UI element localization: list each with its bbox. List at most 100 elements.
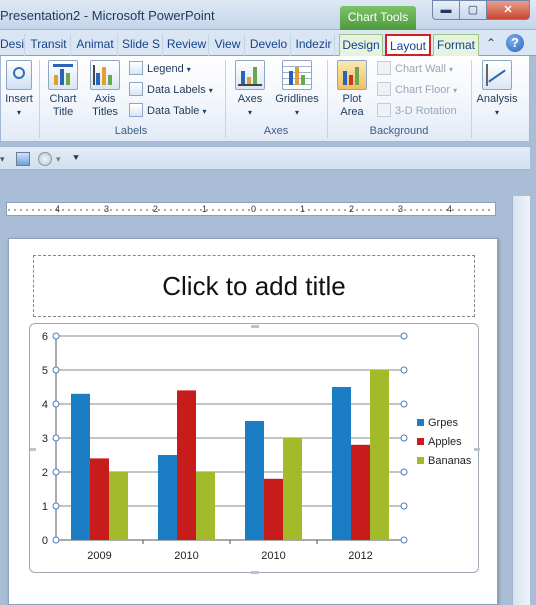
gridlines-dropdown-icon: ▾ (294, 108, 299, 117)
background-group-label: Background (369, 125, 429, 137)
group-separator (471, 60, 472, 138)
plot-area-button[interactable]: Plot Area (333, 60, 371, 119)
legend-swatch (417, 438, 424, 445)
plot-area-label: Plot Area (340, 93, 364, 118)
chart-floor-label: Chart Floor (395, 84, 451, 96)
data-labels-icon (129, 82, 143, 96)
y-tick-label: 3 (42, 433, 48, 445)
ruler-label: 3 (104, 204, 110, 214)
ribbon-tab-row: Desigr Transit Animat Slide S Review Vie… (0, 30, 536, 56)
picture-icon[interactable] (16, 152, 30, 166)
chart-floor-button[interactable]: Chart Floor ▾ (377, 81, 457, 99)
3d-rotation-label: 3-D Rotation (395, 105, 457, 117)
y-tick-label: 1 (42, 501, 48, 513)
tab-transitions[interactable]: Transit (27, 34, 71, 56)
insert-label: Insert (5, 93, 33, 105)
analysis-icon (482, 60, 512, 90)
legend-icon (129, 61, 143, 75)
tab-chart-layout[interactable]: Layout (385, 34, 431, 56)
y-tick-label: 6 (42, 331, 48, 343)
tab-animations[interactable]: Animat (73, 34, 118, 56)
y-tick-label: 2 (42, 467, 48, 479)
analysis-dropdown-icon: ▾ (494, 108, 499, 117)
legend-button[interactable]: Legend ▾ (129, 60, 191, 78)
3d-rotation-icon (377, 103, 391, 117)
bar (245, 421, 264, 540)
gridlines-button[interactable]: Gridlines ▾ (273, 60, 321, 119)
bar (71, 393, 90, 540)
vertical-scrollbar[interactable] (512, 196, 530, 605)
chart-frame[interactable]: 0 1 2 3 4 5 6 2009 2010 2010 2012 Grpes Apples Banana… (29, 323, 480, 574)
data-table-label: Data Table (147, 105, 200, 117)
analysis-button[interactable]: Analysis ▾ (475, 60, 519, 119)
ruler-label: 2 (153, 204, 159, 214)
data-table-button[interactable]: Data Table ▾ (129, 102, 206, 120)
tab-design-theme[interactable]: Desigr (0, 34, 25, 56)
title-placeholder[interactable]: Click to add title (33, 255, 475, 317)
title-bar: Presentation2 - Microsoft PowerPoint Cha… (0, 0, 536, 30)
x-tick-label: 2010 (261, 550, 285, 562)
insert-button[interactable]: Insert ▾ (1, 60, 37, 119)
gridline-handle (52, 468, 60, 476)
maximize-button[interactable]: ▢ (459, 0, 487, 20)
gridline-handle (52, 332, 60, 340)
tab-review[interactable]: Review (165, 34, 209, 56)
axes-label: Axes (237, 93, 263, 105)
slide-canvas[interactable]: Click to add title 0 1 2 3 4 5 6 2009 2010 2010 20… (8, 238, 498, 605)
legend-label: Apples (428, 436, 462, 448)
axis-titles-button[interactable]: Axis Titles (85, 60, 125, 119)
toolbar-dropdown-icon[interactable]: ▾ (0, 152, 8, 166)
close-button[interactable]: ✕ (486, 0, 530, 20)
gridline-handle (52, 400, 60, 408)
gridline-handle (400, 332, 408, 340)
bar (177, 390, 196, 540)
chart-wall-label: Chart Wall (395, 63, 446, 75)
ruler-label: 1 (300, 204, 306, 214)
labels-group-label: Labels (114, 125, 148, 137)
bar (283, 438, 302, 540)
bar (158, 455, 177, 540)
bar (109, 472, 128, 540)
tab-view[interactable]: View (211, 34, 245, 56)
ruler-label: 3 (398, 204, 404, 214)
axes-icon (235, 60, 265, 90)
help-icon[interactable]: ? (506, 34, 524, 52)
legend-label: Grpes (428, 417, 458, 429)
gridline-handle (52, 366, 60, 374)
minimize-ribbon-icon[interactable]: ⌃ (486, 36, 500, 50)
axis-titles-label: Axis Titles (92, 93, 118, 118)
tab-chart-design[interactable]: Design (339, 34, 383, 56)
analysis-label: Analysis (476, 93, 518, 105)
axes-group-label: Axes (263, 125, 289, 137)
clustered-column-chart[interactable]: 0 1 2 3 4 5 6 2009 2010 2010 2012 Grpes Apples Banana… (30, 324, 480, 574)
gridline-handle (400, 536, 408, 544)
chart-wall-button[interactable]: Chart Wall ▾ (377, 60, 453, 78)
tab-slide-show[interactable]: Slide S (120, 34, 163, 56)
shape-effects-icon[interactable] (38, 152, 52, 166)
customize-toolbar-icon[interactable]: ⯆ (72, 152, 82, 166)
gridlines-label: Gridlines (275, 93, 319, 105)
axis-titles-icon (90, 60, 120, 90)
axes-button[interactable]: Axes ▾ (231, 60, 269, 119)
minimize-button[interactable]: ▬ (432, 0, 460, 20)
slide-workspace: 4 3 2 1 0 1 2 3 4 Click to add title 0 1 2… (0, 172, 530, 605)
shape-effects-dropdown-icon[interactable]: ▾ (56, 152, 64, 166)
resize-handle (251, 325, 259, 328)
tab-developer[interactable]: Develo (247, 34, 291, 56)
chart-tools-context-label: Chart Tools (340, 6, 416, 30)
bar (351, 444, 370, 540)
window-controls: ▬ ▢ ✕ (432, 0, 530, 20)
ruler-label: 0 (251, 204, 257, 214)
bar (370, 370, 389, 540)
ruler-label: 2 (349, 204, 355, 214)
tab-chart-format[interactable]: Format (433, 34, 479, 56)
chart-title-label: Chart Title (49, 93, 77, 118)
data-labels-button[interactable]: Data Labels ▾ (129, 81, 213, 99)
chart-title-button[interactable]: Chart Title (43, 60, 83, 119)
window-title: Presentation2 - Microsoft PowerPoint (0, 8, 215, 23)
ruler-label: 4 (55, 204, 61, 214)
tab-indezine[interactable]: Indezir (293, 34, 335, 56)
gridline-handle (52, 434, 60, 442)
3d-rotation-button[interactable]: 3-D Rotation (377, 102, 457, 120)
chart-floor-dropdown-icon: ▾ (453, 86, 458, 95)
